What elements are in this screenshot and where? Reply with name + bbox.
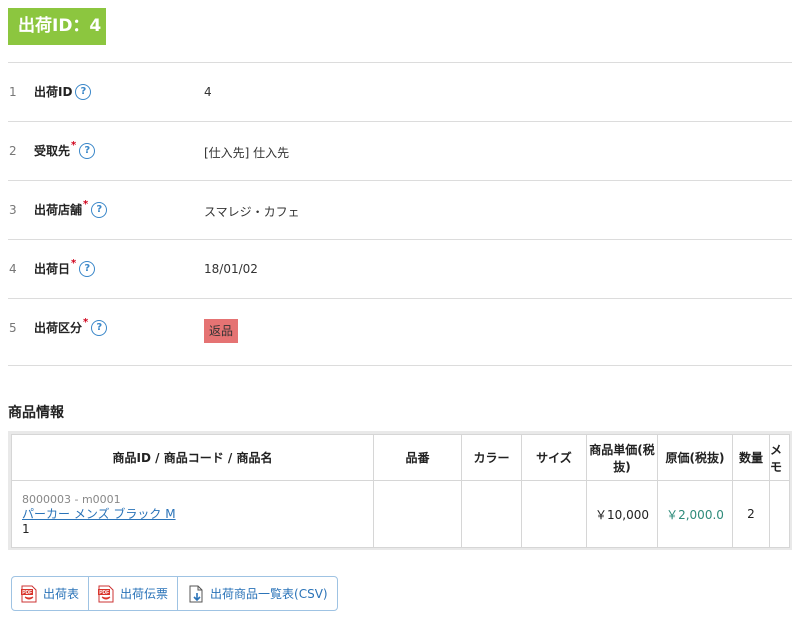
table-header-row: 商品ID / 商品コード / 商品名 品番 カラー サイズ 商品単価(税抜) 原…: [11, 434, 790, 481]
row-number: 3: [9, 203, 17, 217]
button-label: 出荷表: [43, 587, 80, 601]
label-text: 出荷ID: [34, 85, 73, 99]
qty-cell: 2: [732, 480, 770, 548]
field-value-type: 返品: [204, 319, 239, 343]
question-circle-icon[interactable]: ?: [91, 201, 108, 218]
product-table: 商品ID / 商品コード / 商品名 品番 カラー サイズ 商品単価(税抜) 原…: [8, 431, 792, 550]
color-cell: [461, 480, 522, 548]
shipment-slip-pdf-button[interactable]: PDF 出荷伝票: [89, 577, 179, 610]
section-title: 商品情報: [8, 405, 64, 421]
required-mark: *: [71, 258, 77, 269]
column-header-part-no: 品番: [373, 434, 462, 481]
column-header-qty: 数量: [732, 434, 770, 481]
pdf-icon: PDF: [21, 585, 37, 602]
column-header-unit-price: 商品単価(税抜): [586, 434, 658, 481]
row-number: 1: [9, 85, 17, 99]
unit-price-cell: ￥10,000: [586, 480, 658, 548]
field-label-shipment-id: 出荷ID ?: [34, 83, 92, 100]
product-name-link[interactable]: パーカー メンズ ブラック M: [22, 507, 373, 522]
required-mark: *: [83, 317, 89, 328]
field-label-type: 出荷区分 * ?: [34, 317, 108, 336]
field-label-recipient: 受取先 * ?: [34, 140, 96, 159]
page-title: 出荷ID：4: [8, 8, 106, 45]
row-number: 5: [9, 321, 17, 335]
pdf-icon: PDF: [98, 585, 114, 602]
shipment-fields: 1 出荷ID ? 4 2 受取先 * ? [仕入先] 仕入先 3 出荷店舗 * …: [8, 62, 792, 366]
csv-download-icon: [189, 585, 203, 602]
product-code: 8000003 - m0001: [22, 492, 121, 506]
row-number: 2: [9, 144, 17, 158]
field-row-shipment-id: 1 出荷ID ? 4: [8, 63, 792, 122]
memo-cell: [769, 480, 790, 548]
field-row-recipient: 2 受取先 * ? [仕入先] 仕入先: [8, 122, 792, 181]
column-header-color: カラー: [461, 434, 522, 481]
required-mark: *: [83, 199, 89, 210]
product-sub-value: 1: [22, 521, 30, 536]
button-label: 出荷伝票: [120, 587, 169, 601]
label-text: 受取先: [34, 144, 71, 158]
part-no-cell: [373, 480, 462, 548]
status-badge: 返品: [204, 319, 239, 343]
question-circle-icon[interactable]: ?: [79, 260, 96, 277]
field-label-store: 出荷店舗 * ?: [34, 199, 108, 218]
label-text: 出荷日: [34, 262, 71, 276]
required-mark: *: [71, 140, 77, 151]
field-row-date: 4 出荷日 * ? 18/01/02: [8, 240, 792, 299]
shipment-sheet-pdf-button[interactable]: PDF 出荷表: [12, 577, 90, 610]
table-row: 8000003 - m0001 パーカー メンズ ブラック M 1 ￥10,00…: [11, 480, 790, 548]
button-label: 出荷商品一覧表(CSV): [210, 587, 328, 601]
field-row-type: 5 出荷区分 * ? 返品: [8, 299, 792, 366]
question-circle-icon[interactable]: ?: [75, 83, 92, 100]
export-button-group: PDF 出荷表 PDF 出荷伝票 出荷商品一覧表(CSV): [11, 576, 338, 611]
field-value-store: スマレジ・カフェ: [204, 205, 300, 219]
size-cell: [521, 480, 587, 548]
column-header-size: サイズ: [521, 434, 587, 481]
product-cell: 8000003 - m0001 パーカー メンズ ブラック M 1: [11, 480, 374, 548]
shipment-products-csv-button[interactable]: 出荷商品一覧表(CSV): [178, 577, 337, 610]
question-circle-icon[interactable]: ?: [79, 142, 96, 159]
label-text: 出荷区分: [34, 321, 83, 335]
field-label-date: 出荷日 * ?: [34, 258, 96, 277]
svg-text:PDF: PDF: [22, 590, 32, 596]
column-header-product: 商品ID / 商品コード / 商品名: [11, 434, 374, 481]
field-row-store: 3 出荷店舗 * ? スマレジ・カフェ: [8, 181, 792, 240]
row-number: 4: [9, 262, 17, 276]
cost-cell: ￥2,000.0: [657, 480, 733, 548]
question-circle-icon[interactable]: ?: [91, 319, 108, 336]
field-value-date: 18/01/02: [204, 262, 258, 276]
svg-text:PDF: PDF: [99, 590, 109, 596]
column-header-cost: 原価(税抜): [657, 434, 733, 481]
label-text: 出荷店舗: [34, 203, 83, 217]
column-header-memo: メモ: [769, 434, 790, 481]
field-value-recipient: [仕入先] 仕入先: [204, 146, 290, 160]
field-value-shipment-id: 4: [204, 85, 212, 99]
